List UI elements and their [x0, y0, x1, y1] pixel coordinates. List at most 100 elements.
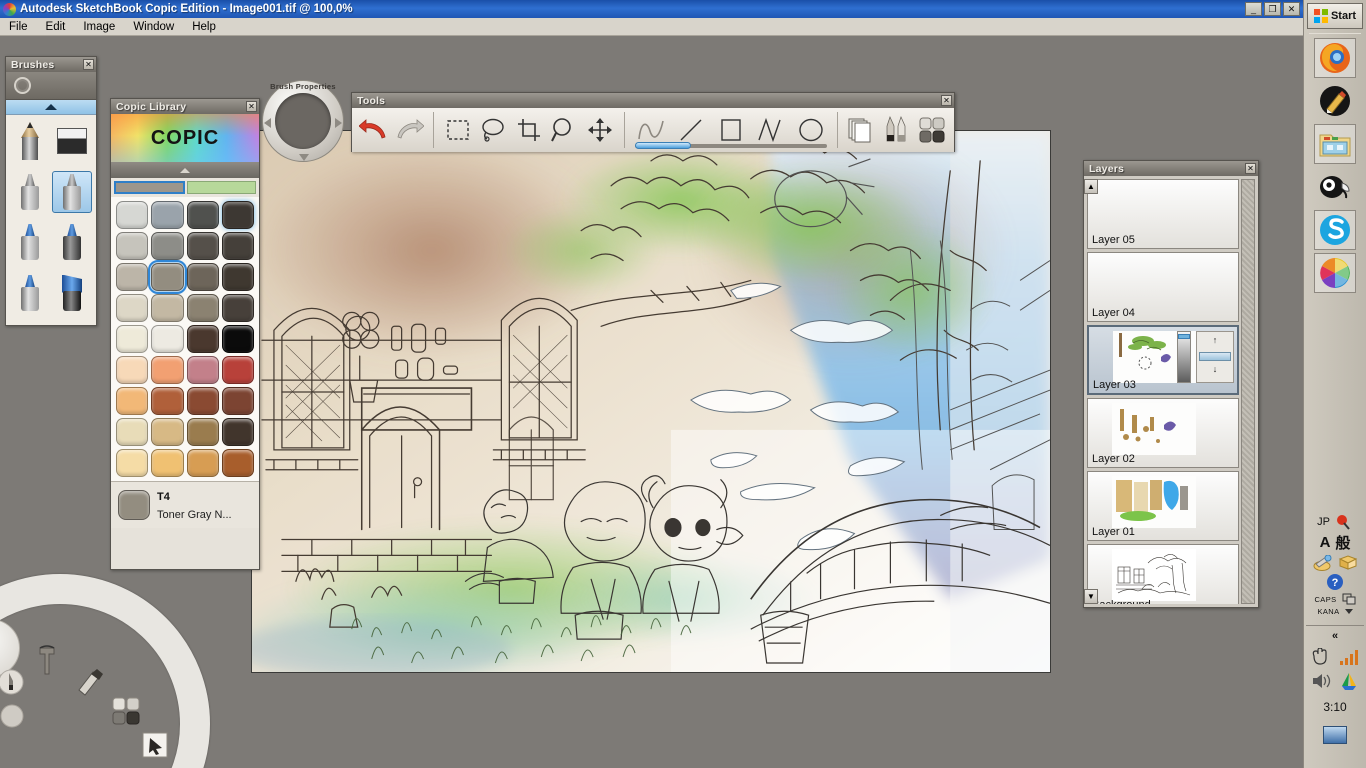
- signal-bars-icon[interactable]: [1339, 648, 1359, 666]
- undo-button[interactable]: [356, 111, 392, 149]
- brush-puck[interactable]: [0, 669, 24, 695]
- color-swatch[interactable]: [151, 418, 184, 446]
- copic-close-icon[interactable]: ✕: [246, 101, 257, 112]
- colored-triangle-icon[interactable]: [1339, 672, 1359, 690]
- color-swatch[interactable]: [186, 449, 219, 477]
- color-puck[interactable]: [0, 704, 24, 728]
- ime-caps-label[interactable]: CAPS: [1314, 595, 1336, 604]
- color-swatch[interactable]: [116, 263, 149, 291]
- menu-file[interactable]: File: [0, 20, 37, 34]
- layers-button[interactable]: [843, 111, 879, 149]
- close-button[interactable]: ✕: [1283, 2, 1300, 16]
- eraser-brush[interactable]: [52, 120, 92, 162]
- ime-pad-icon[interactable]: [1313, 555, 1333, 571]
- ime-tool-icon[interactable]: [1342, 593, 1356, 605]
- layer-item[interactable]: Background: [1087, 544, 1239, 604]
- color-swatch[interactable]: [151, 387, 184, 415]
- layers-close-icon[interactable]: ✕: [1245, 163, 1256, 174]
- color-swatch[interactable]: [116, 449, 149, 477]
- color-swatch[interactable]: [116, 294, 149, 322]
- tools-close-icon[interactable]: ✕: [941, 95, 952, 106]
- chevron-down-icon[interactable]: [299, 154, 309, 161]
- move-tool[interactable]: [582, 111, 618, 149]
- taskbar-clock[interactable]: 3:10: [1306, 700, 1364, 714]
- color-swatch[interactable]: [221, 356, 254, 384]
- menu-image[interactable]: Image: [74, 20, 124, 34]
- color-swatch[interactable]: [151, 325, 184, 353]
- copic-marker-flat-brush[interactable]: [52, 272, 92, 314]
- copic-marker-gray-brush[interactable]: [52, 221, 92, 263]
- color-swatch[interactable]: [116, 356, 149, 384]
- secondary-color-bar[interactable]: [187, 181, 256, 194]
- pencil-brush[interactable]: [10, 120, 50, 162]
- ime-red-ball-icon[interactable]: [1335, 514, 1353, 530]
- color-swatch[interactable]: [221, 325, 254, 353]
- color-swatch[interactable]: [151, 294, 184, 322]
- layer-item[interactable]: Layer 04: [1087, 252, 1239, 322]
- marker-chisel-brush[interactable]: [52, 170, 92, 213]
- color-swatch[interactable]: [221, 263, 254, 291]
- opacity-slider-knob[interactable]: [1178, 334, 1190, 339]
- brushes-close-icon[interactable]: ✕: [83, 59, 94, 70]
- marker-fine-brush[interactable]: [10, 171, 50, 213]
- tools-panel-header[interactable]: Tools ✕: [352, 93, 954, 108]
- color-swatch[interactable]: [116, 418, 149, 446]
- color-swatch[interactable]: [151, 232, 184, 260]
- desktop-preview-icon[interactable]: [1323, 726, 1347, 744]
- menu-window[interactable]: Window: [124, 20, 183, 34]
- brush-properties-puck[interactable]: Brush Properties: [262, 80, 344, 162]
- artwork-canvas[interactable]: [251, 130, 1051, 673]
- palette-icon[interactable]: [112, 697, 140, 725]
- color-swatch[interactable]: [186, 356, 219, 384]
- restore-button[interactable]: ❐: [1264, 2, 1281, 16]
- speaker-icon[interactable]: [1311, 672, 1331, 690]
- color-swatch[interactable]: [151, 201, 184, 229]
- tool-icon[interactable]: [35, 645, 59, 677]
- layer-blend-control[interactable]: ↑ ↓: [1196, 331, 1234, 383]
- puck-center[interactable]: [275, 93, 331, 149]
- color-swatch[interactable]: [116, 325, 149, 353]
- color-swatch[interactable]: [221, 294, 254, 322]
- color-swatch[interactable]: [186, 232, 219, 260]
- ime-input-mode[interactable]: A: [1320, 534, 1331, 551]
- brushes-button[interactable]: [879, 111, 915, 149]
- copic-marker-blue-brush[interactable]: [10, 221, 50, 263]
- color-swatch[interactable]: [186, 201, 219, 229]
- ime-kana-label[interactable]: KANA: [1317, 607, 1339, 616]
- sai-launcher[interactable]: [1314, 167, 1356, 207]
- chevron-left-icon[interactable]: [264, 118, 271, 128]
- explorer-launcher[interactable]: [1314, 124, 1356, 164]
- color-swatch[interactable]: [151, 356, 184, 384]
- color-swatch[interactable]: [116, 387, 149, 415]
- layers-scroll-down-button[interactable]: ▼: [1084, 589, 1098, 604]
- color-swatch[interactable]: [221, 232, 254, 260]
- skype-launcher[interactable]: [1314, 210, 1356, 250]
- chevron-down-icon[interactable]: [1344, 609, 1353, 614]
- menu-edit[interactable]: Edit: [37, 20, 75, 34]
- color-swatch[interactable]: [186, 418, 219, 446]
- minimize-button[interactable]: _: [1245, 2, 1262, 16]
- paint-app-launcher[interactable]: [1314, 81, 1356, 121]
- color-swatch[interactable]: [221, 449, 254, 477]
- safely-remove-icon[interactable]: [1311, 648, 1331, 666]
- layers-scrollbar[interactable]: [1241, 179, 1255, 604]
- layer-opacity-slider[interactable]: [1177, 331, 1191, 383]
- color-swatch[interactable]: [148, 260, 187, 294]
- color-palette-button[interactable]: [914, 111, 950, 149]
- layer-item[interactable]: Layer 05: [1087, 179, 1239, 249]
- arrow-down-icon[interactable]: ↓: [1213, 365, 1218, 374]
- brushes-panel-header[interactable]: Brushes ✕: [6, 57, 96, 72]
- start-button[interactable]: Start: [1307, 3, 1363, 29]
- color-swatch[interactable]: [116, 232, 149, 260]
- color-swatch[interactable]: [186, 263, 219, 291]
- active-color-bar[interactable]: [114, 181, 185, 194]
- layers-panel-header[interactable]: Layers ✕: [1084, 161, 1258, 176]
- color-swatch[interactable]: [221, 418, 254, 446]
- ime-conversion-mode[interactable]: 般: [1335, 532, 1350, 553]
- layer-item[interactable]: ↑ ↓ Layer 03: [1087, 325, 1239, 395]
- copic-marker-wide-brush[interactable]: [10, 272, 50, 314]
- color-swatch[interactable]: [186, 387, 219, 415]
- ime-dictionary-icon[interactable]: [1338, 555, 1358, 571]
- color-swatch[interactable]: [151, 449, 184, 477]
- brushes-collapse-button[interactable]: [6, 100, 96, 115]
